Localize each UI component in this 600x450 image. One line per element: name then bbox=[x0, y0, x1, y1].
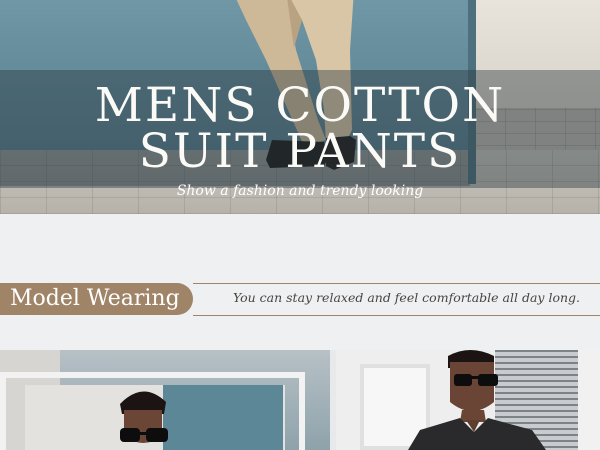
model-photos bbox=[0, 350, 600, 450]
section-tagline: You can stay relaxed and feel comfortabl… bbox=[232, 290, 580, 305]
model-left-image bbox=[120, 391, 168, 443]
hero-banner: MENS COTTON SUIT PANTS Show a fashion an… bbox=[0, 0, 600, 214]
section-rule-top bbox=[193, 283, 600, 284]
hero-subtitle: Show a fashion and trendy looking bbox=[176, 183, 424, 199]
hero-title-line2: SUIT PANTS bbox=[138, 124, 462, 179]
hero-title-line1: MENS COTTON bbox=[94, 78, 506, 133]
photo-right-edge bbox=[578, 350, 600, 450]
section-rule-bottom bbox=[193, 315, 600, 316]
model-right-image bbox=[408, 350, 546, 450]
section-label: Model Wearing bbox=[10, 286, 180, 311]
spacer-band bbox=[0, 214, 600, 282]
